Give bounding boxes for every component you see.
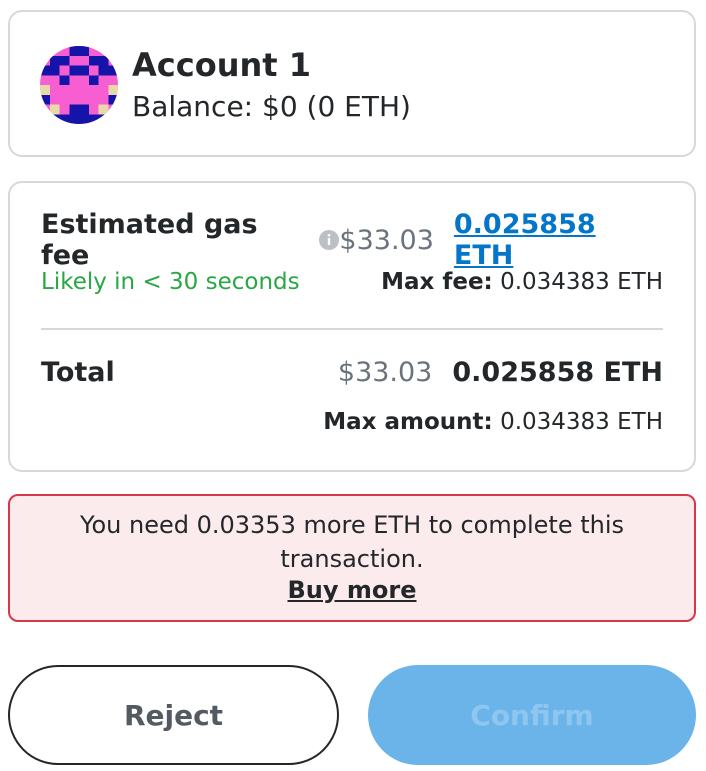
account-card: Account 1 Balance: $0 (0 ETH): [8, 10, 696, 157]
total-usd: $33.03: [337, 357, 433, 388]
info-icon[interactable]: [319, 230, 340, 250]
fee-summary-card: Estimated gas fee $33.03 0.025858 ETH Li…: [8, 181, 696, 472]
account-avatar-icon: [40, 46, 118, 124]
estimated-gas-fee-usd: $33.03: [339, 224, 434, 256]
estimated-gas-fee-eth-link[interactable]: 0.025858 ETH: [454, 209, 663, 271]
max-amount-label: Max amount:: [323, 409, 493, 435]
alert-message: You need 0.03353 more ETH to complete th…: [79, 511, 625, 573]
max-amount-row: Max amount: 0.034383 ETH: [41, 409, 663, 435]
insufficient-funds-alert: You need 0.03353 more ETH to complete th…: [8, 494, 696, 622]
max-fee-value: 0.034383 ETH: [500, 269, 663, 295]
divider: [41, 328, 663, 330]
total-row: Total $33.03 0.025858 ETH: [41, 357, 663, 388]
estimated-gas-fee-row: Estimated gas fee $33.03 0.025858 ETH: [41, 209, 663, 271]
reject-button[interactable]: Reject: [8, 665, 339, 765]
estimated-gas-fee-label: Estimated gas fee: [41, 209, 258, 271]
account-balance: Balance: $0 (0 ETH): [132, 90, 411, 123]
buy-more-link[interactable]: Buy more: [10, 576, 694, 604]
confirm-button[interactable]: Confirm: [368, 665, 696, 765]
max-fee: Max fee: 0.034383 ETH: [381, 269, 663, 295]
timing-estimate: Likely in < 30 seconds: [41, 269, 300, 295]
timing-row: Likely in < 30 seconds Max fee: 0.034383…: [41, 269, 663, 295]
max-amount: Max amount: 0.034383 ETH: [323, 409, 663, 435]
account-name: Account 1: [132, 46, 311, 84]
max-fee-label: Max fee:: [381, 269, 493, 295]
total-label: Total: [41, 357, 115, 388]
total-eth: 0.025858 ETH: [452, 357, 663, 388]
max-amount-value: 0.034383 ETH: [500, 409, 663, 435]
